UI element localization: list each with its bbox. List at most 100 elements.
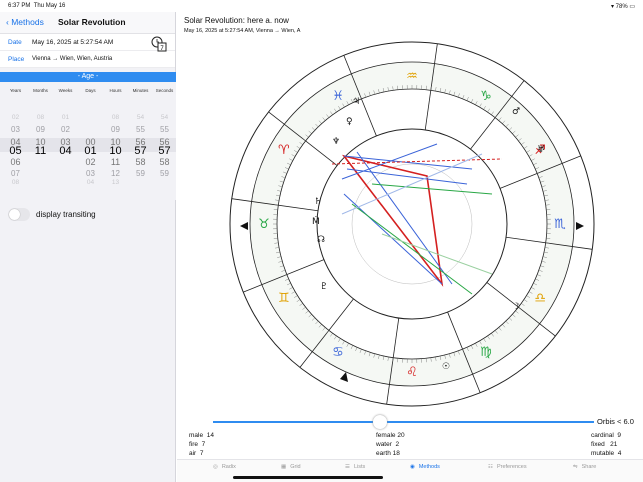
picker-cell[interactable]: 11	[28, 145, 53, 157]
nav-title: Solar Revolution	[58, 17, 126, 27]
age-header: - Age -	[0, 72, 176, 82]
stat-row: fire 7	[189, 441, 206, 448]
nav-bar: ‹ Methods Solar Revolution	[0, 12, 175, 34]
picker-cell[interactable]: 07	[3, 169, 28, 178]
tab-methods[interactable]: ◉ Methods	[410, 464, 440, 470]
picker-cell[interactable]: 01	[53, 114, 78, 121]
picker-cell[interactable]: 55	[152, 125, 177, 134]
grid-icon: ▦	[281, 464, 287, 470]
picker-column-header: Hours	[109, 88, 122, 93]
list-icon: ☰	[345, 464, 350, 470]
zodiac-sign-glyph: ♈	[278, 143, 290, 158]
picker-cell[interactable]: 02	[78, 157, 103, 167]
svg-text:♀: ♀	[346, 117, 353, 127]
zodiac-sign-glyph: ♓	[332, 89, 344, 104]
picker-cell[interactable]: 08	[3, 179, 28, 186]
picker-cell[interactable]: 13	[103, 179, 128, 186]
stats-middle: female 20 water 2 earth 18	[376, 431, 405, 458]
date-row[interactable]: Date May 16, 2025 at 5:27:54 AM	[0, 34, 175, 51]
picker-cell[interactable]: 03	[3, 125, 28, 134]
picker-cell[interactable]: 05	[3, 145, 28, 157]
picker-column-header: Months	[33, 88, 48, 93]
tab-share[interactable]: ⇋ Share	[573, 464, 596, 470]
preferences-icon: ☷	[488, 464, 493, 470]
picker-cell[interactable]: 58	[128, 157, 153, 167]
stat-row: fixed 21	[591, 441, 618, 448]
back-button[interactable]: ‹ Methods	[6, 17, 44, 27]
picker-cell[interactable]: 54	[128, 114, 153, 121]
zodiac-sign-glyph: ♒	[406, 69, 418, 84]
calendar-clock-icon[interactable]: 7	[151, 36, 167, 52]
stats-right: cardinal 9 fixed 21 mutable 4	[591, 431, 621, 458]
tab-lists[interactable]: ☰ Lists	[345, 464, 365, 470]
target-icon: ◎	[213, 464, 218, 470]
picker-column-header: Days	[85, 88, 96, 93]
stat-row: female 20	[376, 432, 405, 439]
svg-text:☽: ☽	[512, 302, 520, 312]
svg-text:♆: ♆	[332, 137, 340, 147]
svg-text:♂: ♂	[512, 107, 520, 117]
left-panel: ‹ Methods Solar Revolution Date May 16, …	[0, 12, 176, 482]
picker-cell[interactable]: 55	[128, 125, 153, 134]
picker-cell[interactable]: 58	[152, 157, 177, 167]
orbis-slider[interactable]	[213, 415, 594, 429]
picker-cell[interactable]: 08	[103, 114, 128, 121]
age-picker[interactable]: Years Months Weeks Days Hours Minutes Seconds 0…	[0, 82, 176, 200]
stats-left: male 14 fire 7 air 7	[189, 431, 214, 458]
svg-text:Ṁ: Ṁ	[312, 216, 320, 227]
picker-cell[interactable]: 08	[28, 114, 53, 121]
picker-cell[interactable]: 54	[152, 114, 177, 121]
stat-row: water 2	[376, 441, 400, 448]
display-transiting-toggle[interactable]	[8, 208, 30, 221]
picker-column-header: Minutes	[132, 88, 149, 93]
picker-cell[interactable]: 02	[53, 125, 78, 134]
picker-cell[interactable]: 04	[78, 179, 103, 186]
zodiac-sign-glyph: ♍	[480, 345, 492, 360]
zodiac-sign-glyph: ♋	[332, 345, 344, 360]
chevron-left-icon: ‹	[6, 17, 9, 27]
picker-cell[interactable]: 02	[3, 114, 28, 121]
picker-cell[interactable]: 57	[128, 145, 153, 157]
picker-cell[interactable]: 59	[152, 169, 177, 178]
zodiac-sign-glyph: ♑	[480, 89, 492, 104]
stat-row: cardinal 9	[591, 432, 622, 439]
orbis-slider-knob[interactable]	[373, 415, 387, 429]
picker-cell[interactable]: 04	[53, 145, 78, 157]
status-battery: ▾ 78% ▭	[610, 4, 635, 10]
methods-icon: ◉	[410, 464, 415, 470]
tab-preferences[interactable]: ☷ Preferences	[488, 464, 527, 470]
picker-column-header: Seconds	[155, 88, 174, 93]
zodiac-sign-glyph: ♌	[406, 365, 418, 380]
place-row[interactable]: Place Vienna → Wien, Wien, Austria	[0, 51, 175, 68]
stat-row: mutable 4	[591, 450, 622, 457]
picker-cell[interactable]: 11	[103, 157, 128, 167]
tab-radix[interactable]: ◎ Radix	[213, 464, 236, 470]
place-value: Vienna → Wien, Wien, Austria	[32, 56, 113, 62]
picker-cell[interactable]: 09	[28, 125, 53, 134]
svg-text:☉: ☉	[442, 362, 450, 372]
picker-cell[interactable]: 03	[78, 169, 103, 178]
picker-cell[interactable]: 01	[78, 145, 103, 157]
stat-row: earth 18	[376, 450, 400, 457]
zodiac-sign-glyph: ♊	[278, 291, 290, 306]
status-bar: 6:37 PM Thu May 16 ▾ 78% ▭	[0, 0, 643, 12]
stat-row: male 14	[189, 432, 214, 439]
picker-column-header: Years	[9, 88, 22, 93]
picker-cell[interactable]: 12	[103, 169, 128, 178]
zodiac-sign-glyph: ♎	[534, 291, 546, 306]
date-value: May 16, 2025 at 5:27:54 AM	[32, 39, 114, 46]
svg-text:♃: ♃	[352, 97, 360, 107]
picker-cell[interactable]: 59	[128, 169, 153, 178]
svg-text:♅: ♅	[537, 145, 545, 155]
picker-cell[interactable]: 06	[3, 157, 28, 167]
astro-wheel[interactable]: ♈♉♊♋♌♍♎♏♐♑♒♓ ♃ ♀ ♆ ♄ Ṁ ☊ ♇ ♂ ♅ ☽ ☉	[222, 34, 602, 414]
display-transiting-label: display transiting	[36, 210, 96, 219]
stat-row: air 7	[189, 450, 204, 457]
picker-cell[interactable]: 57	[152, 145, 177, 157]
picker-cell[interactable]: 10	[103, 145, 128, 157]
picker-column-header: Weeks	[58, 88, 73, 93]
share-icon: ⇋	[573, 464, 578, 470]
zodiac-sign-glyph: ♉	[258, 217, 270, 232]
picker-cell[interactable]: 09	[103, 125, 128, 134]
tab-grid[interactable]: ▦ Grid	[281, 464, 301, 470]
